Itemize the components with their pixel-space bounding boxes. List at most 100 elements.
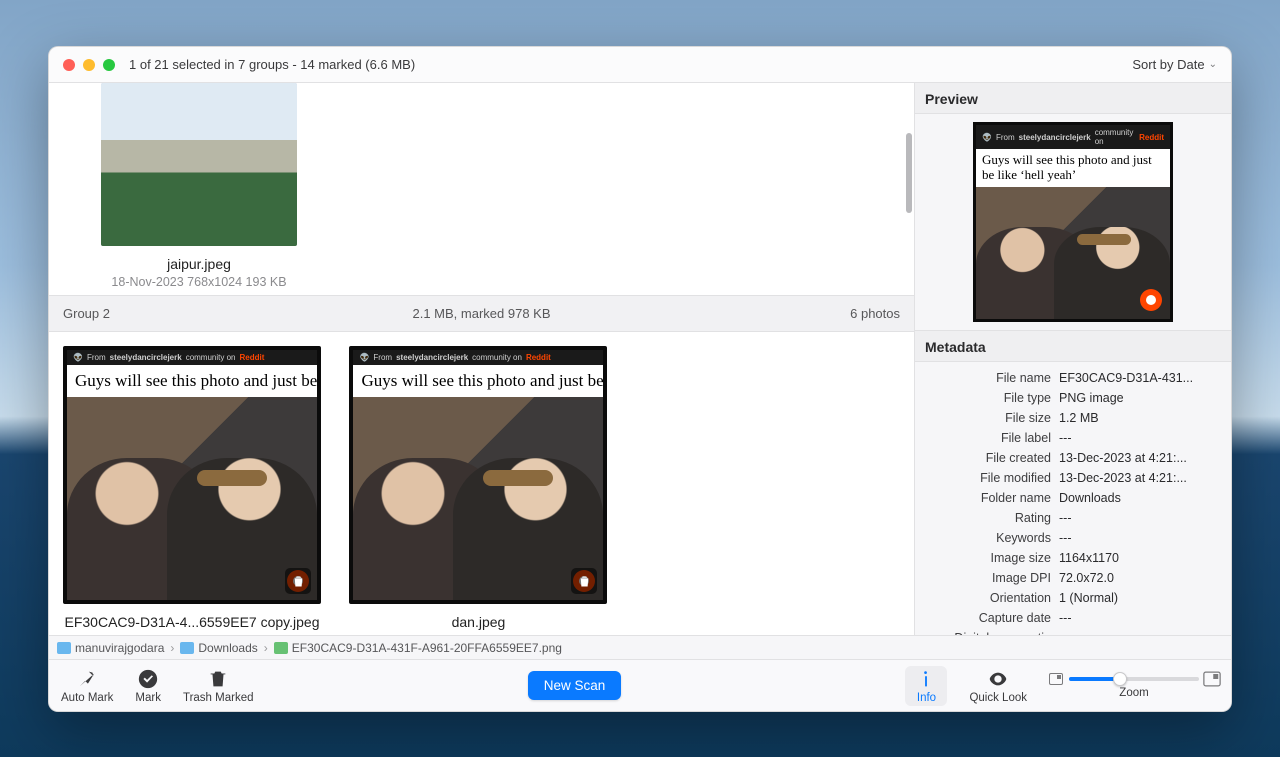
metadata-value: Downloads (1059, 491, 1221, 505)
meme-caption: Guys will see this photo and just be lik… (67, 365, 317, 397)
thumbnail-meta: 18-Nov-2023 768x1024 193 KB (101, 275, 297, 289)
preview-header: Preview (915, 83, 1231, 114)
metadata-value: --- (1059, 531, 1221, 545)
breadcrumb: manuvirajgodara › Downloads › EF30CAC9-D… (49, 635, 1231, 659)
preview-box: 👽 From steelydancirclejerk community on … (915, 114, 1231, 331)
thumbnail-image: 👽 From steelydancirclejerk community on … (349, 346, 607, 604)
metadata-key: Image DPI (919, 571, 1059, 585)
metadata-key: Capture date (919, 611, 1059, 625)
metadata-key: Rating (919, 511, 1059, 525)
trash-marked-button[interactable]: Trash Marked (183, 668, 254, 704)
sort-by-dropdown[interactable]: Sort by Date ⌄ (1132, 57, 1217, 72)
close-icon[interactable] (63, 59, 75, 71)
metadata-key: File type (919, 391, 1059, 405)
window-title: 1 of 21 selected in 7 groups - 14 marked… (129, 57, 415, 72)
thumbnail-meta: 20-Nov-2023 1164x1170 242 KB (349, 633, 607, 635)
metadata-row: File size1.2 MB (919, 408, 1221, 428)
new-scan-button[interactable]: New Scan (528, 671, 622, 700)
image-icon (274, 642, 288, 654)
metadata-value: 72.0x72.0 (1059, 571, 1221, 585)
metadata-value: --- (1059, 511, 1221, 525)
mark-button[interactable]: Mark (135, 668, 161, 704)
metadata-value: 1.2 MB (1059, 411, 1221, 425)
thumbnail-item[interactable]: jaipur.jpeg 18-Nov-2023 768x1024 193 KB (101, 83, 297, 289)
folder-icon (57, 642, 71, 654)
metadata-row: Folder nameDownloads (919, 488, 1221, 508)
chevron-down-icon: ⌄ (1209, 59, 1217, 70)
window-controls (63, 59, 115, 71)
toolbar-label: Info (917, 692, 936, 704)
meme-caption: Guys will see this photo and just be lik… (976, 149, 1170, 187)
thumbnail-filename: dan.jpeg (349, 614, 607, 630)
folder-icon (180, 642, 194, 654)
toolbar-label: Quick Look (969, 692, 1027, 704)
metadata-value: 13-Dec-2023 at 4:21:... (1059, 471, 1221, 485)
inspector-panel: Preview 👽 From steelydancirclejerk commu… (915, 83, 1231, 635)
trash-button[interactable] (571, 568, 597, 594)
metadata-row: File created13-Dec-2023 at 4:21:... (919, 448, 1221, 468)
group-name: Group 2 (63, 306, 110, 321)
metadata-key: Folder name (919, 491, 1059, 505)
metadata-row: Image size1164x1170 (919, 548, 1221, 568)
meme-source: 👽 From steelydancirclejerk community on … (976, 125, 1170, 149)
metadata-value: 1164x1170 (1059, 551, 1221, 565)
auto-mark-button[interactable]: Auto Mark (61, 668, 113, 704)
breadcrumb-segment[interactable]: manuvirajgodara (75, 641, 164, 655)
metadata-key: Orientation (919, 591, 1059, 605)
main-panel: jaipur.jpeg 18-Nov-2023 768x1024 193 KB … (49, 83, 915, 635)
metadata-value: 1 (Normal) (1059, 591, 1221, 605)
minimize-icon[interactable] (83, 59, 95, 71)
metadata-value: --- (1059, 431, 1221, 445)
metadata-key: File modified (919, 471, 1059, 485)
thumbnail-filename: jaipur.jpeg (101, 256, 297, 272)
meme-source: 👽 From steelydancirclejerk community on … (67, 350, 317, 365)
metadata-value: EF30CAC9-D31A-431... (1059, 371, 1221, 385)
slider-knob[interactable] (1113, 672, 1127, 686)
preview-image[interactable]: 👽 From steelydancirclejerk community on … (973, 122, 1173, 322)
window-body: jaipur.jpeg 18-Nov-2023 768x1024 193 KB … (49, 83, 1231, 635)
chevron-right-icon: › (168, 641, 176, 655)
toolbar-label: Auto Mark (61, 692, 113, 704)
thumbnail-item[interactable]: 👽 From steelydancirclejerk community on … (63, 346, 321, 635)
thumbnail-image (101, 83, 297, 246)
quick-look-button[interactable]: Quick Look (969, 668, 1027, 704)
breadcrumb-segment[interactable]: Downloads (198, 641, 257, 655)
metadata-key: File created (919, 451, 1059, 465)
toolbar-label: Trash Marked (183, 692, 254, 704)
metadata-value: PNG image (1059, 391, 1221, 405)
zoom-in-icon (1203, 671, 1221, 686)
app-window: 1 of 21 selected in 7 groups - 14 marked… (48, 46, 1232, 712)
group-size: 2.1 MB, marked 978 KB (412, 306, 550, 321)
metadata-row: File label--- (919, 428, 1221, 448)
sort-label: Sort by Date (1132, 57, 1204, 72)
trash-button[interactable] (285, 568, 311, 594)
metadata-row: File typePNG image (919, 388, 1221, 408)
metadata-row: Image DPI72.0x72.0 (919, 568, 1221, 588)
thumbnail-image: 👽 From steelydancirclejerk community on … (63, 346, 321, 604)
metadata-value: --- (1059, 611, 1221, 625)
titlebar: 1 of 21 selected in 7 groups - 14 marked… (49, 47, 1231, 83)
metadata-row: Capture date--- (919, 608, 1221, 628)
scrollbar-thumb[interactable] (906, 133, 912, 213)
metadata-key: File label (919, 431, 1059, 445)
toolbar: Auto Mark Mark Trash Marked New Scan Inf… (49, 659, 1231, 711)
metadata-header: Metadata (915, 331, 1231, 362)
metadata-list: File nameEF30CAC9-D31A-431...File typePN… (915, 362, 1231, 635)
zoom-slider[interactable] (1049, 673, 1219, 685)
group-header[interactable]: Group 2 2.1 MB, marked 978 KB 6 photos (49, 295, 914, 332)
metadata-key: Image size (919, 551, 1059, 565)
breadcrumb-segment[interactable]: EF30CAC9-D31A-431F-A961-20FFA6559EE7.png (292, 641, 562, 655)
reddit-icon (1140, 289, 1162, 311)
metadata-row: File nameEF30CAC9-D31A-431... (919, 368, 1221, 388)
thumbnail-scroll[interactable]: jaipur.jpeg 18-Nov-2023 768x1024 193 KB … (49, 83, 914, 635)
thumbnail-item[interactable]: 👽 From steelydancirclejerk community on … (349, 346, 607, 635)
maximize-icon[interactable] (103, 59, 115, 71)
metadata-value: 13-Dec-2023 at 4:21:... (1059, 451, 1221, 465)
info-button[interactable]: Info (905, 666, 947, 706)
metadata-row: Keywords--- (919, 528, 1221, 548)
meme-caption: Guys will see this photo and just be lik… (353, 365, 603, 397)
toolbar-label: Mark (135, 692, 161, 704)
metadata-row: File modified13-Dec-2023 at 4:21:... (919, 468, 1221, 488)
zoom-out-icon (1049, 673, 1063, 685)
metadata-key: Keywords (919, 531, 1059, 545)
